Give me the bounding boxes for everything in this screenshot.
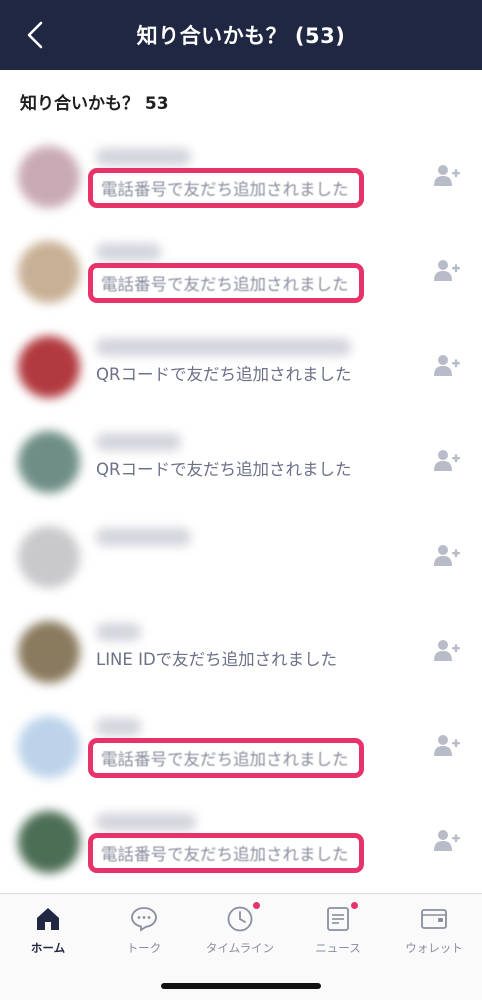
chat-bubble-icon [96,904,192,934]
suggestion-row[interactable]: 電話番号で友だち追加されました [0,795,482,890]
home-icon [0,904,96,934]
add-friend-icon [434,165,460,186]
blurred-name [96,433,181,451]
highlighted-source-label: 電話番号で友だち追加されました [88,263,364,303]
blurred-name [96,718,141,736]
tab-wallet[interactable]: ウォレット [386,904,482,960]
source-text: 電話番号で友だち追加されました [101,845,349,864]
add-friend-button[interactable] [432,257,462,283]
source-text: LINE IDで友だち追加されました [96,650,338,669]
highlighted-source-label: 電話番号で友だち追加されました [88,738,364,778]
tab-home[interactable]: ホーム [0,904,96,960]
source-text: QRコードで友だち追加されました [96,365,352,384]
suggestion-row[interactable]: LINE IDで友だち追加されました [0,605,482,700]
source-label: QRコードで友だち追加されました [96,360,351,386]
news-icon [290,902,386,934]
tab-label: タイムライン [205,941,275,955]
avatar[interactable] [18,811,80,873]
section-title: 知り合いかも？ 53 [20,93,169,114]
avatar[interactable] [18,716,80,778]
highlighted-source-label: 電話番号で友だち追加されました [88,168,364,208]
add-friend-button[interactable] [432,637,462,663]
add-friend-button[interactable] [432,447,462,473]
add-friend-icon [434,545,460,566]
add-friend-icon [434,830,460,851]
blurred-name [96,338,351,356]
suggestion-row[interactable]: 電話番号で友だち追加されました [0,130,482,225]
notification-badge [351,902,358,909]
add-friend-icon [434,450,460,471]
add-friend-icon [434,640,460,661]
suggestion-list: 電話番号で友だち追加されました 電話番号で友だち追加されました QRコードで友だち追… [0,130,482,890]
add-friend-button[interactable] [432,827,462,853]
tab-label: トーク [126,941,162,955]
add-friend-icon [434,355,460,376]
notification-badge [253,902,260,909]
source-text: 電話番号で友だち追加されました [101,750,349,769]
source-label: LINE IDで友だち追加されました [96,645,337,671]
clock-icon [192,902,288,934]
suggestion-row[interactable]: QRコードで友だち追加されました [0,415,482,510]
add-friend-button[interactable] [432,352,462,378]
avatar[interactable] [18,146,80,208]
add-friend-button[interactable] [432,542,462,568]
source-label: QRコードで友だち追加されました [96,455,351,481]
avatar[interactable] [18,621,80,683]
add-friend-icon [434,260,460,281]
suggestion-row[interactable] [0,510,482,605]
navigation-bar: 知り合いかも？ (53) [0,0,482,70]
home-indicator [161,983,321,989]
avatar[interactable] [18,526,80,588]
tab-label: ニュース [315,941,361,955]
source-text: 電話番号で友だち追加されました [101,275,349,294]
tab-news[interactable]: ニュース [290,902,386,960]
suggestion-row[interactable]: 電話番号で友だち追加されました [0,225,482,320]
highlighted-source-label: 電話番号で友だち追加されました [88,833,364,873]
add-friend-icon [434,735,460,756]
avatar[interactable] [18,336,80,398]
blurred-name [96,148,191,166]
tab-label: ウォレット [405,941,463,955]
blurred-name [96,243,161,261]
tab-chat-bubble[interactable]: トーク [96,904,192,960]
suggestion-row[interactable]: 電話番号で友だち追加されました [0,700,482,795]
page-title: 知り合いかも？ (53) [136,24,346,48]
blurred-name [96,528,191,546]
tab-clock[interactable]: タイムライン [192,902,288,960]
source-text: 電話番号で友だち追加されました [101,180,349,199]
suggestion-row[interactable]: QRコードで友だち追加されました [0,320,482,415]
avatar[interactable] [18,241,80,303]
source-text: QRコードで友だち追加されました [96,460,352,479]
add-friend-button[interactable] [432,732,462,758]
add-friend-button[interactable] [432,162,462,188]
blurred-name [96,813,196,831]
tab-label: ホーム [30,941,66,955]
blurred-name [96,623,141,641]
avatar[interactable] [18,431,80,493]
wallet-icon [386,904,482,934]
